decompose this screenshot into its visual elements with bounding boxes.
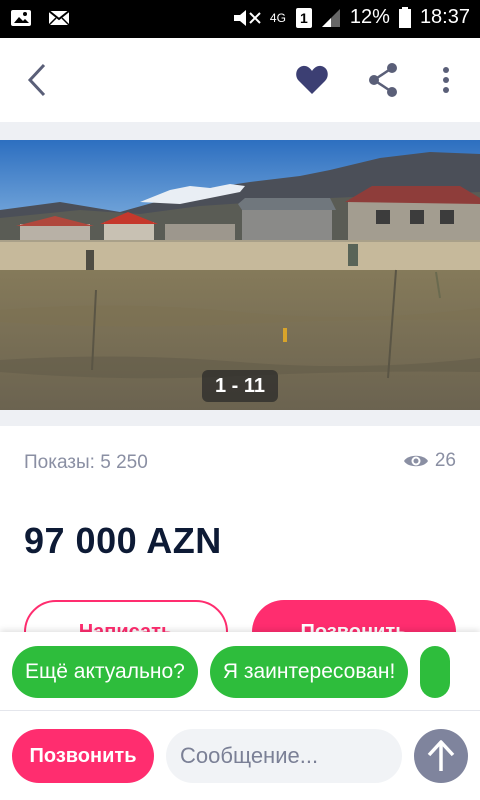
more-vertical-icon xyxy=(443,67,449,93)
signal-icon xyxy=(321,8,340,27)
quick-replies-list: Ещё актуально? Я заинтересован! xyxy=(12,646,451,698)
eye-icon xyxy=(403,455,428,467)
listing-price: 97 000 AZN xyxy=(24,520,222,561)
battery-icon xyxy=(398,6,411,28)
clock: 18:37 xyxy=(419,6,470,28)
favorite-button[interactable] xyxy=(294,62,330,98)
send-button[interactable] xyxy=(414,729,468,783)
quick-reply-chip[interactable]: Ещё актуально? xyxy=(12,646,198,698)
more-options-button[interactable] xyxy=(434,60,458,100)
message-input[interactable] xyxy=(166,729,402,783)
quick-reply-chip-partial[interactable] xyxy=(420,646,451,698)
status-bar: 4G 1 12% 18:37 xyxy=(0,0,480,38)
status-right: 4G 1 12% 18:37 xyxy=(232,6,470,29)
call-button-bottom[interactable]: Позвонить xyxy=(12,729,154,783)
quick-reply-chip[interactable]: Я заинтересован! xyxy=(209,646,409,698)
back-button[interactable] xyxy=(20,60,56,100)
mail-icon xyxy=(48,10,70,26)
share-button[interactable] xyxy=(366,60,402,100)
quick-replies-panel: Ещё актуально? Я заинтересован! xyxy=(0,632,480,710)
divider xyxy=(0,122,480,140)
impressions-count: Показы: 5 250 xyxy=(24,452,148,473)
heart-icon xyxy=(296,65,328,94)
views-number: 26 xyxy=(434,450,456,471)
status-left xyxy=(10,8,70,28)
gallery-icon xyxy=(11,10,31,26)
message-bar: Позвонить xyxy=(0,710,480,800)
back-arrow-icon xyxy=(27,63,46,97)
mute-icon xyxy=(233,9,261,26)
sim-slot-badge: 1 xyxy=(295,7,312,28)
app-bar xyxy=(0,38,480,122)
views-count: 26 xyxy=(403,450,456,472)
divider xyxy=(0,410,480,426)
battery-percent: 12% xyxy=(349,6,390,28)
arrow-up-icon xyxy=(427,740,455,771)
share-icon xyxy=(369,63,397,97)
network-type: 4G xyxy=(269,10,286,25)
photo-counter: 1 - 11 xyxy=(202,370,278,402)
